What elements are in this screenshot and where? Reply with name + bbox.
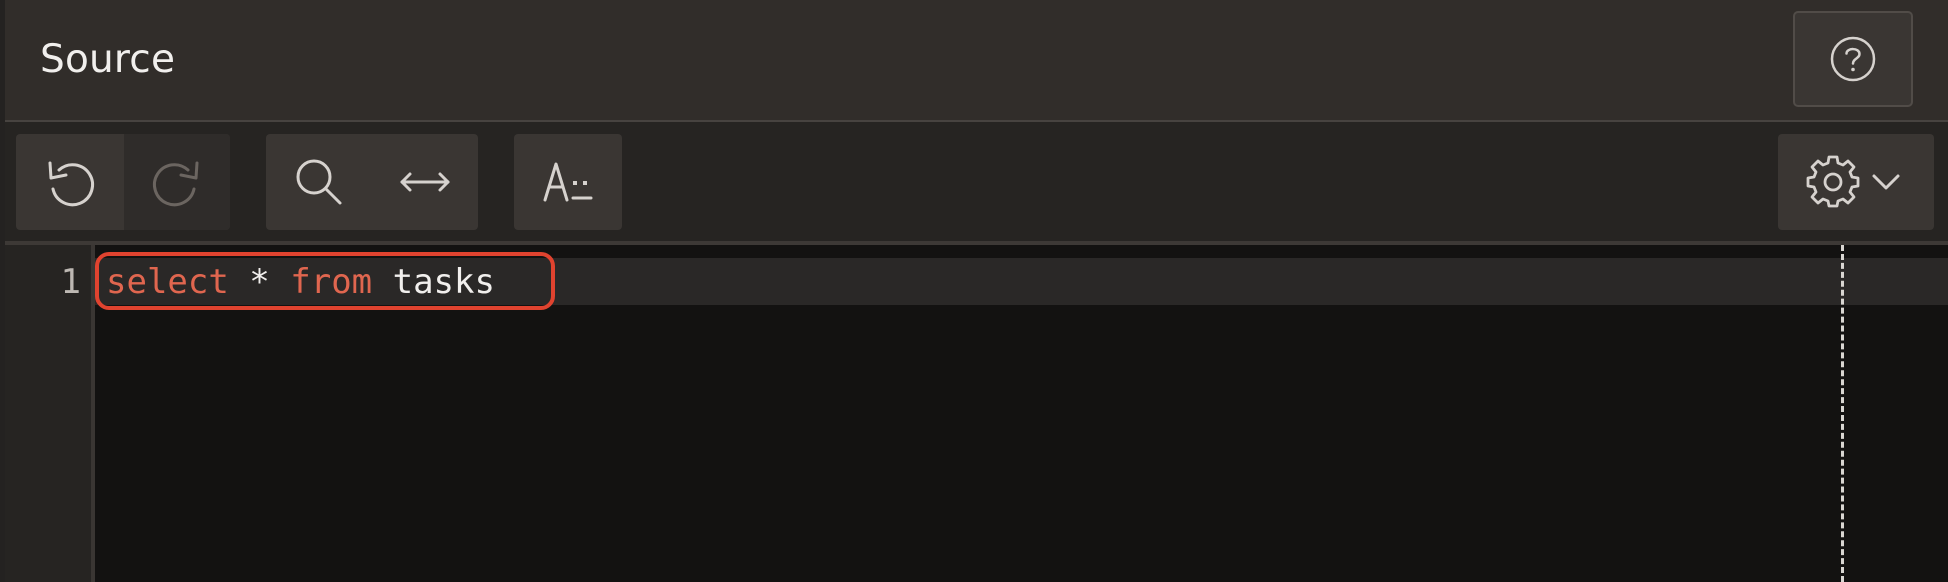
code-editor[interactable]: 1 select * from tasks xyxy=(5,245,1948,582)
undo-icon xyxy=(48,161,95,207)
history-button-group xyxy=(16,134,230,230)
settings-menu-button[interactable] xyxy=(1778,134,1934,230)
panel-header: Source xyxy=(5,0,1948,120)
source-panel: Source 1 select * from tasks xyxy=(0,0,1948,582)
editor-toolbar xyxy=(5,122,1948,241)
autocomplete-button[interactable] xyxy=(514,134,622,230)
help-icon xyxy=(1830,36,1876,82)
line-number-gutter: 1 xyxy=(5,245,95,582)
help-button[interactable] xyxy=(1793,11,1913,107)
search-button[interactable] xyxy=(266,134,372,230)
chevron-down-icon xyxy=(1872,174,1900,190)
query-highlight-box xyxy=(95,252,555,310)
autocomplete-button-group xyxy=(514,134,622,230)
gear-icon xyxy=(1806,155,1860,208)
redo-icon xyxy=(152,161,199,207)
settings-dropdown[interactable] xyxy=(1778,134,1934,230)
autocomplete-icon xyxy=(543,162,593,202)
line-number: 1 xyxy=(60,262,81,302)
search-icon xyxy=(296,159,342,205)
undo-button[interactable] xyxy=(16,134,124,230)
redo-button[interactable] xyxy=(124,134,230,230)
panel-title: Source xyxy=(40,37,176,82)
print-margin-line xyxy=(1841,245,1844,582)
arrow-left-right-icon xyxy=(400,172,450,192)
find-button-group xyxy=(266,134,478,230)
find-replace-button[interactable] xyxy=(372,134,478,230)
